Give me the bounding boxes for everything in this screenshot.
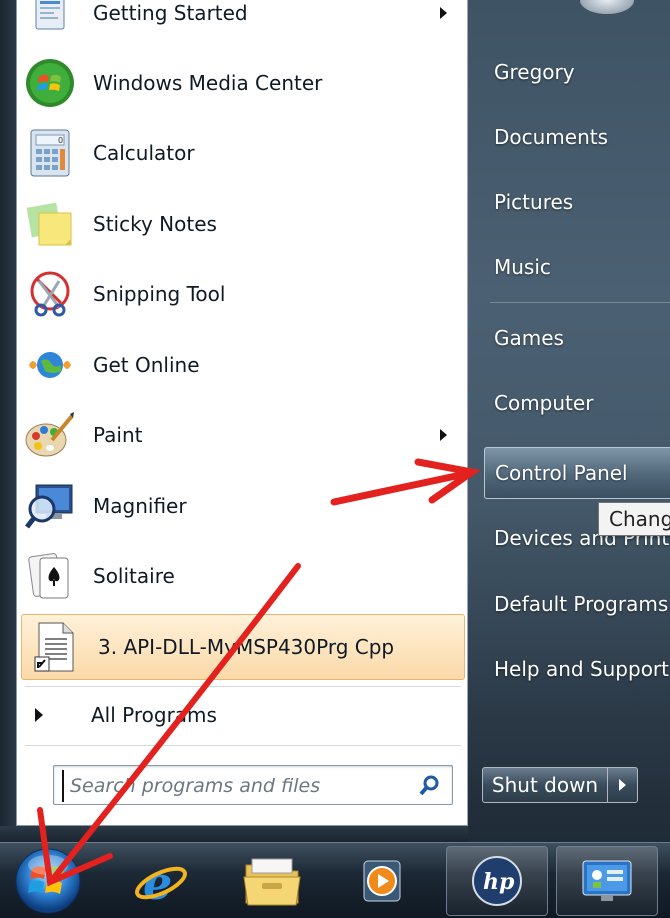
- place-documents[interactable]: Documents: [484, 112, 670, 162]
- submenu-arrow-icon: [440, 7, 447, 19]
- start-menu-glass-left: [0, 0, 16, 840]
- recent-file-item[interactable]: 3. API-DLL-MyMSP430Prg Cpp: [21, 614, 465, 680]
- program-label: Magnifier: [93, 494, 187, 518]
- program-label: Solitaire: [93, 564, 175, 588]
- internet-explorer-icon: e: [135, 856, 187, 910]
- start-menu-screenshot: Getting Started Windows Media Center 0 C…: [0, 0, 670, 918]
- place-label: Gregory: [494, 60, 575, 84]
- getting-started-icon: [23, 0, 77, 40]
- shutdown-button[interactable]: Shut down: [482, 767, 608, 803]
- search-icon[interactable]: [418, 774, 442, 798]
- place-label: Control Panel: [495, 461, 628, 485]
- place-label: Default Programs: [494, 592, 669, 616]
- sticky-notes-icon: [23, 197, 77, 251]
- program-label: Snipping Tool: [93, 282, 226, 306]
- divider: [490, 302, 670, 303]
- taskbar-control-panel[interactable]: [556, 846, 658, 916]
- taskbar-internet-explorer[interactable]: e: [122, 846, 200, 916]
- svg-text:e: e: [143, 856, 172, 910]
- media-center-icon: [23, 56, 77, 110]
- taskbar-media-player[interactable]: [342, 846, 422, 916]
- file-explorer-icon: [243, 858, 301, 906]
- tooltip: Chang: [598, 502, 670, 536]
- program-windows-media-center[interactable]: Windows Media Center: [17, 48, 469, 118]
- place-music[interactable]: Music: [484, 242, 670, 292]
- place-label: Music: [494, 255, 551, 279]
- shutdown-options-button[interactable]: [608, 767, 638, 803]
- start-menu-glass-bottom: [0, 826, 480, 842]
- taskbar-hp[interactable]: hp: [446, 846, 548, 916]
- program-snipping-tool[interactable]: Snipping Tool: [17, 259, 469, 329]
- program-label: Getting Started: [93, 1, 248, 25]
- all-programs-button[interactable]: All Programs: [35, 695, 217, 735]
- search-box: [53, 765, 453, 805]
- program-sticky-notes[interactable]: Sticky Notes: [17, 189, 469, 259]
- program-solitaire[interactable]: Solitaire: [17, 541, 469, 611]
- program-label: Calculator: [93, 141, 195, 165]
- search-input[interactable]: [62, 770, 412, 802]
- globe-icon: [23, 338, 77, 392]
- program-magnifier[interactable]: Magnifier: [17, 471, 469, 541]
- solitaire-icon: [23, 549, 77, 603]
- svg-text:hp: hp: [483, 869, 515, 895]
- paint-icon: [23, 408, 77, 462]
- taskbar-file-explorer[interactable]: [232, 846, 312, 916]
- program-getting-started[interactable]: Getting Started: [17, 0, 469, 48]
- calculator-icon: 0: [23, 126, 77, 180]
- place-pictures[interactable]: Pictures: [484, 177, 670, 227]
- program-paint[interactable]: Paint: [17, 400, 469, 470]
- place-label: Help and Support: [494, 657, 669, 681]
- start-button[interactable]: [6, 846, 90, 916]
- program-get-online[interactable]: Get Online: [17, 330, 469, 400]
- windows-start-orb-icon: [15, 848, 81, 914]
- recent-file-label: 3. API-DLL-MyMSP430Prg Cpp: [98, 635, 395, 659]
- user-picture-edge: [580, 0, 634, 14]
- svg-text:0: 0: [58, 136, 63, 145]
- place-computer[interactable]: Computer: [484, 378, 670, 428]
- expand-arrow-icon: [35, 708, 43, 722]
- place-user-folder[interactable]: Gregory: [484, 47, 670, 97]
- snipping-tool-icon: [23, 267, 77, 321]
- place-control-panel[interactable]: Control Panel: [484, 447, 670, 499]
- program-label: Paint: [93, 423, 143, 447]
- hp-icon: hp: [472, 856, 522, 906]
- place-help-and-support[interactable]: Help and Support: [484, 644, 670, 694]
- divider: [25, 686, 461, 687]
- program-label: Windows Media Center: [93, 71, 323, 95]
- place-games[interactable]: Games: [484, 313, 670, 363]
- document-shortcut-icon: [28, 620, 82, 674]
- program-calculator[interactable]: 0 Calculator: [17, 118, 469, 188]
- program-label: Sticky Notes: [93, 212, 217, 236]
- shutdown-group: Shut down: [482, 767, 638, 803]
- media-player-icon: [363, 860, 401, 902]
- program-label: Get Online: [93, 353, 200, 377]
- submenu-arrow-icon: [440, 429, 447, 441]
- all-programs-label: All Programs: [91, 703, 217, 727]
- programs-panel: Getting Started Windows Media Center 0 C…: [16, 0, 468, 826]
- place-label: Games: [494, 326, 564, 350]
- place-label: Pictures: [494, 190, 574, 214]
- chevron-right-icon: [619, 779, 626, 791]
- place-label: Computer: [494, 391, 594, 415]
- place-default-programs[interactable]: Default Programs: [484, 579, 670, 629]
- divider: [25, 745, 461, 746]
- place-label: Documents: [494, 125, 609, 149]
- magnifier-icon: [23, 479, 77, 533]
- control-panel-app-icon: [582, 860, 632, 901]
